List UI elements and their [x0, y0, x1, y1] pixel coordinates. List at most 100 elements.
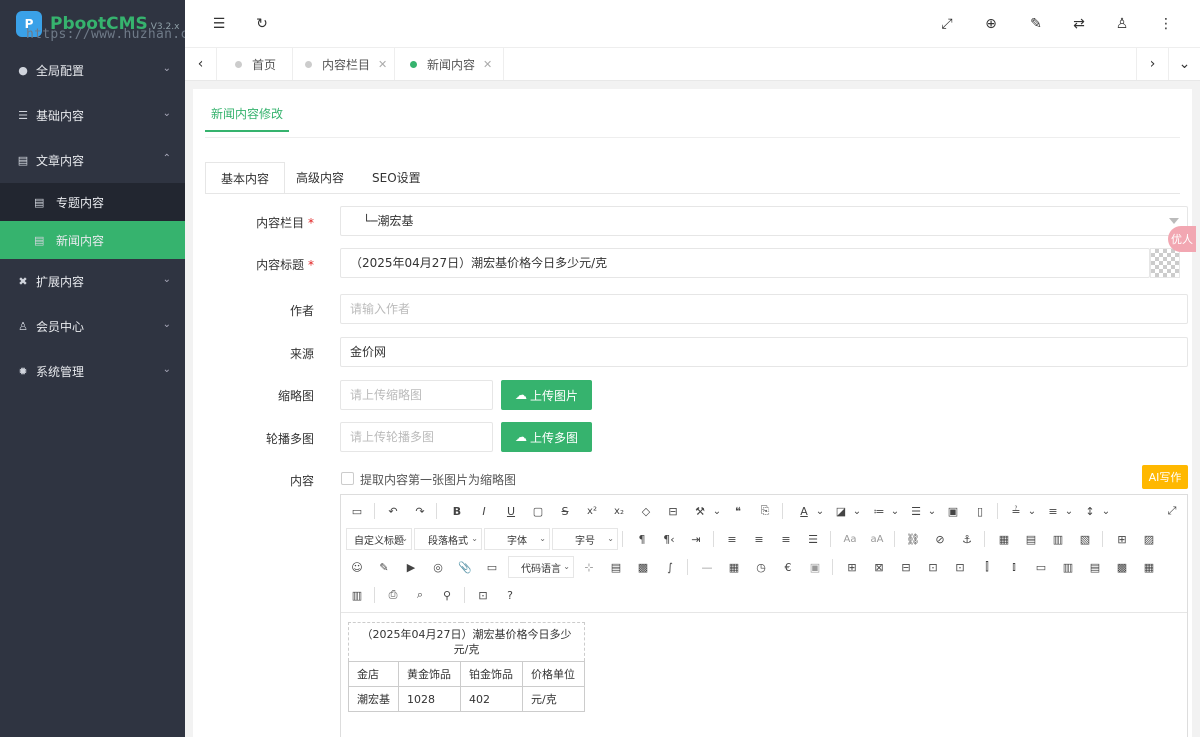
insert-paragraph-before-table-icon[interactable]: ⊟: [895, 556, 917, 578]
image-icon[interactable]: ▨: [1138, 528, 1160, 550]
font-size-dropdown[interactable]: 字号 ⌄: [552, 528, 618, 550]
merge-cells-icon[interactable]: ▭: [1030, 556, 1052, 578]
image-center-icon[interactable]: ▧: [1074, 528, 1096, 550]
custom-heading-dropdown[interactable]: 自定义标题 ⌄: [346, 528, 412, 550]
preview-icon[interactable]: ⌕: [409, 584, 431, 606]
link-icon[interactable]: ⛓: [902, 528, 924, 550]
eraser-icon[interactable]: ◇: [635, 500, 657, 522]
tabs-right-arrow-icon[interactable]: ›: [1136, 48, 1168, 80]
tabs-menu-chevron-down-icon[interactable]: ⌄: [1168, 48, 1200, 80]
time-icon[interactable]: ◷: [750, 556, 772, 578]
merge-down-icon[interactable]: ▤: [1084, 556, 1106, 578]
carousel-input[interactable]: 请上传轮播多图: [340, 422, 493, 452]
anchor-icon[interactable]: ⚓: [956, 528, 978, 550]
refresh-icon[interactable]: ↻: [252, 14, 272, 34]
insert-row-icon[interactable]: ⊡: [922, 556, 944, 578]
split-to-cells-icon[interactable]: ▩: [1111, 556, 1133, 578]
paste-plain-icon[interactable]: ⎘: [754, 500, 776, 522]
delete-col-icon[interactable]: ⫾: [1003, 556, 1025, 578]
align-justify-icon[interactable]: ☰: [802, 528, 824, 550]
menu-toggle-icon[interactable]: ☰: [209, 14, 229, 34]
formula-icon[interactable]: ∫: [659, 556, 681, 578]
delete-row-icon[interactable]: ⊡: [949, 556, 971, 578]
sidebar-item-article-content[interactable]: ▤ 文章内容 ⌃: [0, 138, 185, 183]
sidebar-item-system[interactable]: ✹ 系统管理 ⌄: [0, 349, 185, 394]
music-icon[interactable]: ◎: [427, 556, 449, 578]
sidebar-subitem-special[interactable]: ▤ 专题内容: [0, 183, 185, 221]
more-icon[interactable]: ⋮: [1156, 14, 1176, 34]
chevron-down-icon[interactable]: ⌄: [921, 500, 943, 522]
map-icon[interactable]: ▭: [481, 556, 503, 578]
background-icon[interactable]: ▩: [632, 556, 654, 578]
split-to-rows-icon[interactable]: ▦: [1138, 556, 1160, 578]
scrawl-icon[interactable]: ✎: [373, 556, 395, 578]
chevron-down-icon[interactable]: ⌄: [809, 500, 831, 522]
chevron-down-icon[interactable]: ⌄: [1021, 500, 1043, 522]
close-icon[interactable]: ✕: [378, 58, 387, 71]
to-uppercase-icon[interactable]: Aa: [839, 528, 861, 550]
subscript-icon[interactable]: x₂: [608, 500, 630, 522]
merge-right-icon[interactable]: ▥: [1057, 556, 1079, 578]
title-input[interactable]: （2025年04月27日）潮宏基价格今日多少元/克: [340, 248, 1150, 278]
globe-icon[interactable]: ⊕: [981, 14, 1001, 34]
attachment-icon[interactable]: 📎: [454, 556, 476, 578]
select-all-icon[interactable]: ▣: [942, 500, 964, 522]
insert-table-icon[interactable]: ⊞: [841, 556, 863, 578]
underline-icon[interactable]: U: [500, 500, 522, 522]
redo-icon[interactable]: ↷: [409, 500, 431, 522]
fullscreen-icon[interactable]: ⤢: [1161, 500, 1183, 522]
upload-multiple-button[interactable]: ☁ 上传多图: [501, 422, 592, 452]
ai-write-button[interactable]: AI写作: [1142, 465, 1188, 489]
sidebar-item-global-config[interactable]: ● 全局配置 ⌄: [0, 48, 185, 93]
user-icon[interactable]: ♙: [1112, 14, 1132, 34]
clear-cache-icon[interactable]: ✎: [1026, 14, 1046, 34]
fullscreen-icon[interactable]: ⤢: [937, 14, 957, 34]
video-icon[interactable]: ▶: [400, 556, 422, 578]
code-language-dropdown[interactable]: 代码语言 ⌄: [508, 556, 574, 578]
delete-table-icon[interactable]: ⊠: [868, 556, 890, 578]
thumbnail-input[interactable]: 请上传缩略图: [340, 380, 493, 410]
source-input[interactable]: 金价网: [340, 337, 1188, 367]
logo[interactable]: P PbootCMS V3.2.x https://www.huzhan.com…: [0, 0, 294, 48]
sidebar-item-member-center[interactable]: ♙ 会员中心 ⌄: [0, 304, 185, 349]
format-match-icon[interactable]: ⊟: [662, 500, 684, 522]
tab-home[interactable]: 首页: [217, 48, 293, 80]
split-to-cols-icon[interactable]: ▥: [346, 584, 368, 606]
search-replace-icon[interactable]: ⚲: [436, 584, 458, 606]
simple-upload-icon[interactable]: ⊞: [1111, 528, 1133, 550]
bold-icon[interactable]: B: [446, 500, 468, 522]
editor-content-area[interactable]: （2025年04月27日）潮宏基价格今日多少元/克 金店 黄金饰品 铂金饰品 价…: [341, 614, 1187, 738]
special-char-icon[interactable]: €: [777, 556, 799, 578]
emoji-icon[interactable]: ☺: [346, 556, 368, 578]
title-color-picker[interactable]: [1150, 248, 1180, 278]
image-right-icon[interactable]: ▥: [1047, 528, 1069, 550]
italic-icon[interactable]: I: [473, 500, 495, 522]
source-code-icon[interactable]: ▭: [346, 500, 368, 522]
indent-icon[interactable]: ⇥: [685, 528, 707, 550]
clear-doc-icon[interactable]: ▯: [969, 500, 991, 522]
align-right-icon[interactable]: ≡: [775, 528, 797, 550]
unlink-icon[interactable]: ⊘: [929, 528, 951, 550]
image-left-icon[interactable]: ▤: [1020, 528, 1042, 550]
align-center-icon[interactable]: ≡: [748, 528, 770, 550]
tab-content-category[interactable]: 内容栏目 ✕: [293, 48, 395, 80]
superscript-icon[interactable]: x²: [581, 500, 603, 522]
print-icon[interactable]: ⎙: [382, 584, 404, 606]
sidebar-item-extended-content[interactable]: ✖ 扩展内容 ⌄: [0, 259, 185, 304]
image-none-icon[interactable]: ▦: [993, 528, 1015, 550]
help-icon[interactable]: ?: [499, 584, 521, 606]
template-icon[interactable]: ▤: [605, 556, 627, 578]
border-icon[interactable]: ▢: [527, 500, 549, 522]
to-lowercase-icon[interactable]: aA: [866, 528, 888, 550]
drafts-icon[interactable]: ⊡: [472, 584, 494, 606]
floating-assistant-button[interactable]: 优人: [1168, 226, 1196, 252]
upload-image-button[interactable]: ☁ 上传图片: [501, 380, 592, 410]
chevron-down-icon[interactable]: ⌄: [1058, 500, 1080, 522]
extract-thumbnail-checkbox[interactable]: [341, 472, 354, 485]
align-left-icon[interactable]: ≡: [721, 528, 743, 550]
page-subtitle-tab[interactable]: 新闻内容修改: [205, 105, 290, 132]
paragraph-format-dropdown[interactable]: 段落格式 ⌄: [414, 528, 482, 550]
insert-col-icon[interactable]: ⫿: [976, 556, 998, 578]
tab-news-content[interactable]: 新闻内容 ✕: [395, 48, 504, 80]
blockquote-icon[interactable]: ❝: [727, 500, 749, 522]
